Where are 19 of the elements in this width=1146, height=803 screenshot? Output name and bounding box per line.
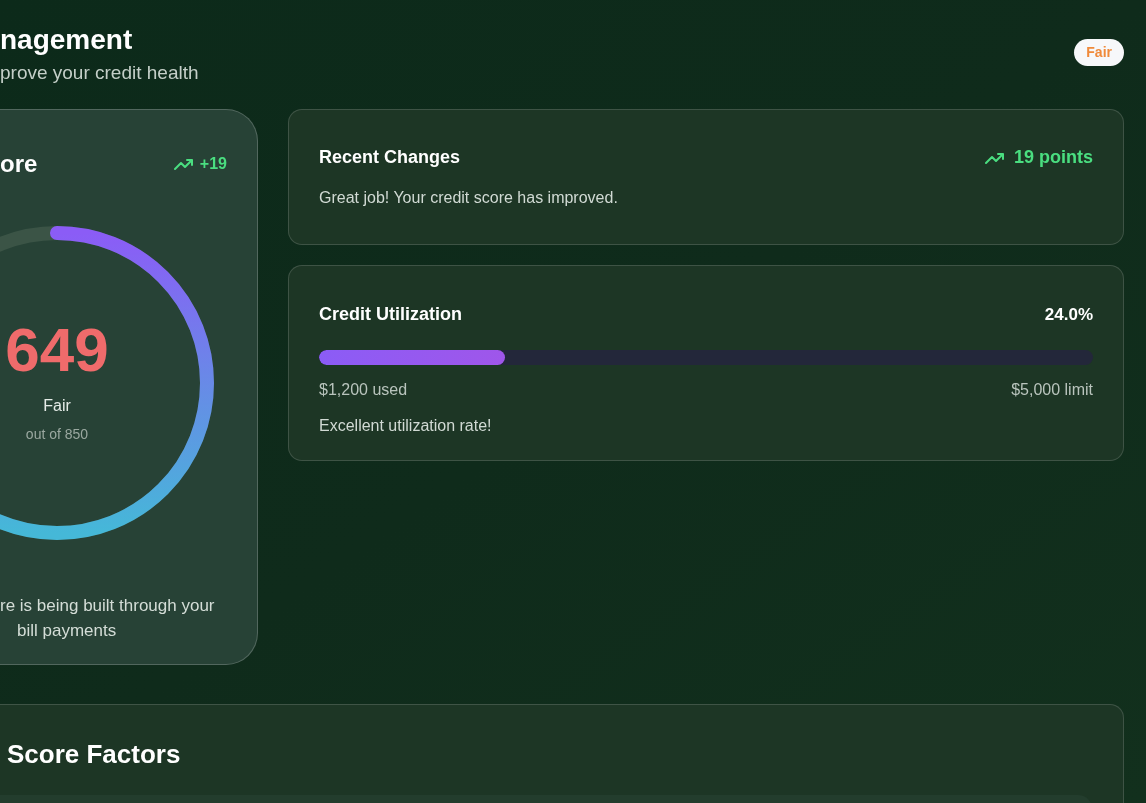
utilization-percent: 24.0% [1044,303,1093,326]
score-scale: out of 850 [25,424,89,444]
section-title: Score Factors [6,738,182,771]
card-title: Recent Changes [319,146,461,169]
card-title: Credit Utilization [319,303,462,326]
credit-limit: $5,000 limit [1011,380,1093,400]
page-title: nagement [0,23,134,57]
score-change: +19 [199,154,227,174]
points-change: 19 points [1014,146,1093,169]
page-subtitle: prove your credit health [0,61,199,85]
score-note: bill payments [16,620,118,642]
utilization-message: Excellent utilization rate! [319,416,493,436]
score-note: re is being built through your [0,595,216,617]
score-rating: Fair [43,395,71,416]
used-amount: $1,200 used [319,380,408,400]
change-message: Great job! Your credit score has improved. [319,188,619,208]
credit-score: 649 [5,317,109,382]
score-rating-badge: Fair [1074,39,1124,66]
card-title: ore [0,149,38,179]
